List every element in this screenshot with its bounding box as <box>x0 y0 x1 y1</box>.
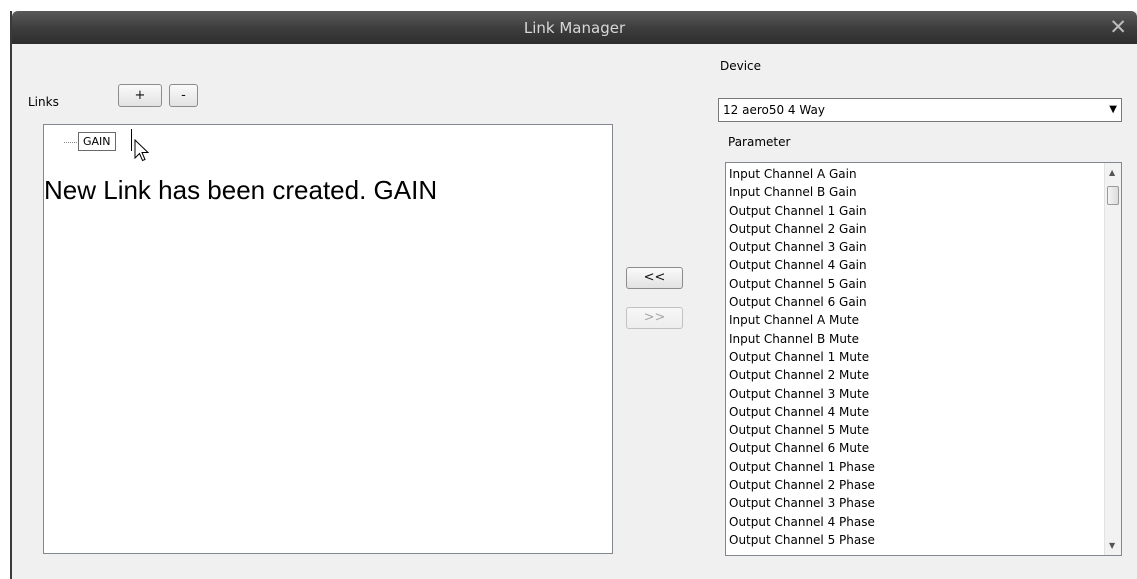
device-select[interactable]: 12 aero50 4 Way ▼ <box>718 98 1122 122</box>
move-left-button[interactable]: << <box>626 267 683 289</box>
add-link-button[interactable]: + <box>118 84 162 107</box>
links-tree[interactable]: GAIN New Link has been created. GAIN <box>43 124 613 554</box>
parameter-list-item[interactable]: Output Channel 5 Gain <box>729 275 875 293</box>
parameter-list-item[interactable]: Output Channel 6 Mute <box>729 439 875 457</box>
parameter-list-item[interactable]: Output Channel 2 Phase <box>729 476 875 494</box>
title-bar[interactable]: Link Manager ✕ <box>12 11 1137 44</box>
device-label: Device <box>720 59 762 73</box>
close-icon[interactable]: ✕ <box>1109 15 1127 39</box>
parameter-list-items: Input Channel A Gain Input Channel B Gain… <box>729 165 875 549</box>
parameter-scrollbar[interactable]: ▲ ▼ <box>1104 163 1121 555</box>
parameter-list-item[interactable]: Input Channel A Mute <box>729 311 875 329</box>
mouse-pointer-icon <box>134 139 150 162</box>
parameter-list-item[interactable]: Output Channel 5 Phase <box>729 531 875 549</box>
parameter-list-item[interactable]: Output Channel 1 Mute <box>729 348 875 366</box>
parameter-list-item[interactable]: Output Channel 2 Mute <box>729 366 875 384</box>
parameter-list-item[interactable]: Input Channel A Gain <box>729 165 875 183</box>
move-right-button[interactable]: >> <box>626 307 683 329</box>
link-created-message: New Link has been created. GAIN <box>44 175 438 205</box>
parameter-list[interactable]: Input Channel A Gain Input Channel B Gain… <box>725 162 1122 556</box>
scroll-down-icon[interactable]: ▼ <box>1109 541 1115 550</box>
tree-connector <box>64 142 77 143</box>
parameter-list-item[interactable]: Input Channel B Mute <box>729 330 875 348</box>
tree-item-gain[interactable]: GAIN <box>78 132 116 151</box>
device-select-value: 12 aero50 4 Way <box>723 103 825 117</box>
parameter-list-item[interactable]: Output Channel 4 Gain <box>729 256 875 274</box>
parameter-list-item[interactable]: Output Channel 5 Mute <box>729 421 875 439</box>
parameter-list-item[interactable]: Output Channel 3 Gain <box>729 238 875 256</box>
parameter-label: Parameter <box>728 135 791 149</box>
parameter-list-item[interactable]: Output Channel 3 Mute <box>729 385 875 403</box>
link-manager-window: Link Manager ✕ Links + - GAIN New Link h… <box>10 11 1137 579</box>
parameter-list-item[interactable]: Output Channel 4 Phase <box>729 513 875 531</box>
window-title: Link Manager <box>523 19 626 37</box>
remove-link-button[interactable]: - <box>169 84 198 107</box>
scroll-thumb[interactable] <box>1107 186 1119 205</box>
parameter-list-item[interactable]: Input Channel B Gain <box>729 183 875 201</box>
parameter-list-item[interactable]: Output Channel 4 Mute <box>729 403 875 421</box>
links-label: Links <box>28 95 59 109</box>
parameter-list-item[interactable]: Output Channel 6 Gain <box>729 293 875 311</box>
text-caret <box>131 129 132 151</box>
parameter-list-item[interactable]: Output Channel 1 Phase <box>729 458 875 476</box>
chevron-down-icon[interactable]: ▼ <box>1109 99 1117 121</box>
parameter-list-item[interactable]: Output Channel 3 Phase <box>729 494 875 512</box>
parameter-list-item[interactable]: Output Channel 2 Gain <box>729 220 875 238</box>
parameter-list-item[interactable]: Output Channel 1 Gain <box>729 202 875 220</box>
scroll-up-icon[interactable]: ▲ <box>1109 168 1115 177</box>
